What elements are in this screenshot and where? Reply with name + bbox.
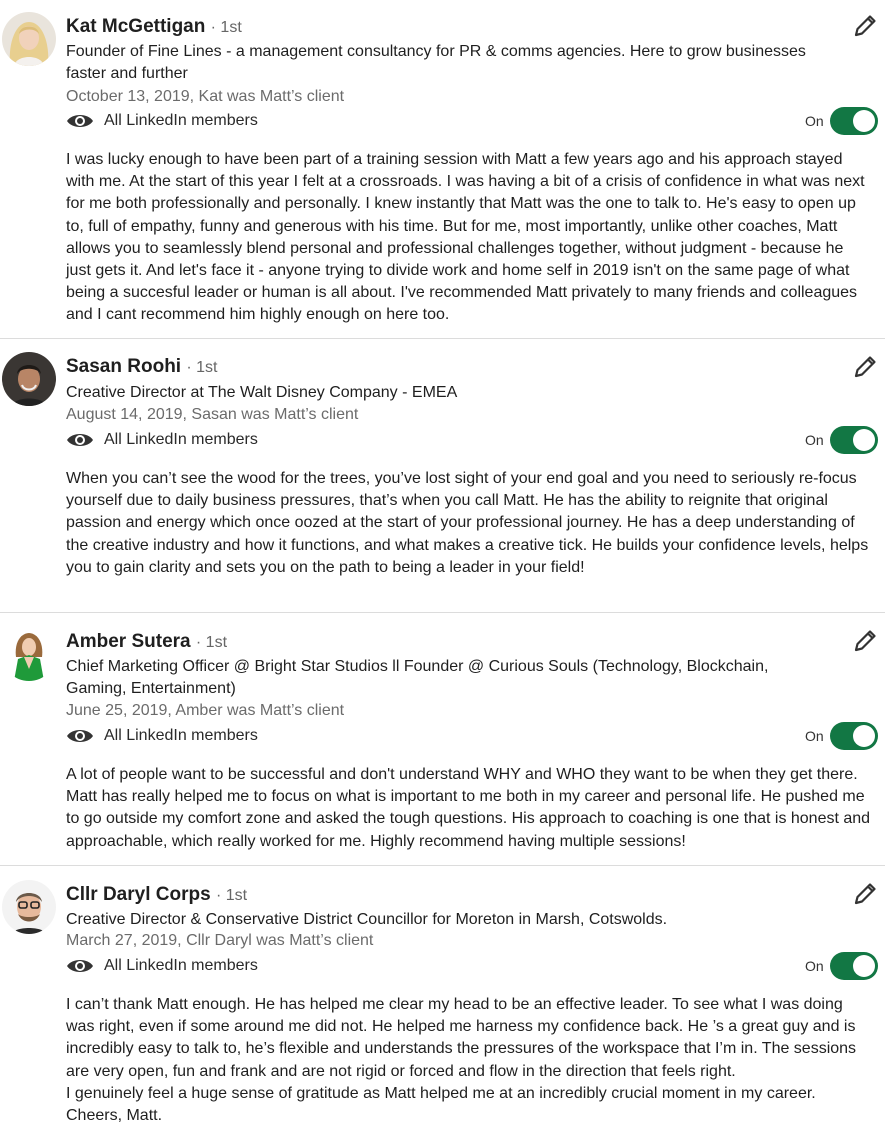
toggle-knob bbox=[853, 725, 875, 747]
recommendation-text: I was lucky enough to have been part of … bbox=[66, 151, 865, 324]
visibility-setting: All LinkedIn members bbox=[66, 956, 258, 976]
avatar[interactable] bbox=[2, 880, 56, 934]
visibility-setting: All LinkedIn members bbox=[66, 111, 258, 131]
recommendation-card: Kat McGettigan · 1st Founder of Fine Lin… bbox=[0, 0, 885, 338]
recommendation-text: I can’t thank Matt enough. He has helped… bbox=[66, 996, 857, 1125]
eye-icon bbox=[67, 115, 93, 127]
recommendation-date: June 25, 2019, Amber was Matt’s client bbox=[66, 702, 345, 719]
eye-icon bbox=[67, 730, 93, 742]
toggle-knob bbox=[853, 429, 875, 451]
visibility-toggle[interactable] bbox=[830, 952, 878, 980]
visibility-toggle[interactable] bbox=[830, 426, 878, 454]
pencil-icon[interactable] bbox=[851, 12, 879, 40]
recommender-headline: Chief Marketing Officer @ Bright Star St… bbox=[66, 658, 769, 697]
recommender-name[interactable]: Kat McGettigan bbox=[66, 16, 205, 37]
toggle-knob bbox=[853, 955, 875, 977]
recommendation-card: Cllr Daryl Corps · 1st Creative Director… bbox=[0, 866, 885, 1148]
pencil-icon[interactable] bbox=[851, 627, 879, 655]
toggle-label: On bbox=[805, 113, 824, 129]
visibility-setting: All LinkedIn members bbox=[66, 726, 258, 746]
name-line: Cllr Daryl Corps · 1st bbox=[66, 884, 247, 907]
toggle-label: On bbox=[805, 432, 824, 448]
name-line: Amber Sutera · 1st bbox=[66, 631, 227, 654]
connection-degree: · 1st bbox=[195, 634, 228, 651]
visibility-label: All LinkedIn members bbox=[104, 112, 258, 129]
recommender-headline: Creative Director & Conservative Distric… bbox=[66, 911, 668, 928]
visibility-setting: All LinkedIn members bbox=[66, 430, 258, 450]
avatar[interactable] bbox=[2, 12, 56, 66]
recommendation-date: March 27, 2019, Cllr Daryl was Matt’s cl… bbox=[66, 932, 374, 949]
connection-degree: · 1st bbox=[186, 359, 218, 376]
recommendation-date: August 14, 2019, Sasan was Matt’s client bbox=[66, 406, 359, 423]
name-line: Sasan Roohi · 1st bbox=[66, 356, 217, 379]
connection-degree: · 1st bbox=[210, 19, 242, 36]
recommendation-date: October 13, 2019, Kat was Matt’s client bbox=[66, 88, 345, 105]
name-line: Kat McGettigan · 1st bbox=[66, 16, 242, 39]
connection-degree: · 1st bbox=[215, 887, 248, 904]
avatar[interactable] bbox=[2, 352, 56, 406]
toggle-label: On bbox=[805, 728, 824, 744]
eye-icon bbox=[67, 960, 93, 972]
avatar[interactable] bbox=[2, 627, 56, 681]
pencil-icon[interactable] bbox=[851, 353, 879, 381]
eye-icon bbox=[67, 434, 93, 446]
recommender-name[interactable]: Amber Sutera bbox=[66, 631, 191, 652]
visibility-toggle[interactable] bbox=[830, 107, 878, 135]
visibility-toggle[interactable] bbox=[830, 722, 878, 750]
recommendation-card: Amber Sutera · 1st Chief Marketing Offic… bbox=[0, 613, 885, 865]
recommendation-text: A lot of people want to be successful an… bbox=[66, 766, 871, 850]
visibility-label: All LinkedIn members bbox=[104, 727, 258, 744]
toggle-label: On bbox=[805, 958, 824, 974]
visibility-label: All LinkedIn members bbox=[104, 431, 258, 448]
recommender-headline: Founder of Fine Lines - a management con… bbox=[66, 43, 806, 82]
recommender-name[interactable]: Cllr Daryl Corps bbox=[66, 884, 211, 905]
visibility-label: All LinkedIn members bbox=[104, 957, 258, 974]
toggle-knob bbox=[853, 110, 875, 132]
recommender-headline: Creative Director at The Walt Disney Com… bbox=[66, 384, 458, 401]
recommendation-card: Sasan Roohi · 1st Creative Director at T… bbox=[0, 339, 885, 612]
recommender-name[interactable]: Sasan Roohi bbox=[66, 356, 181, 377]
recommendation-text: When you can’t see the wood for the tree… bbox=[66, 470, 869, 576]
pencil-icon[interactable] bbox=[851, 880, 879, 908]
